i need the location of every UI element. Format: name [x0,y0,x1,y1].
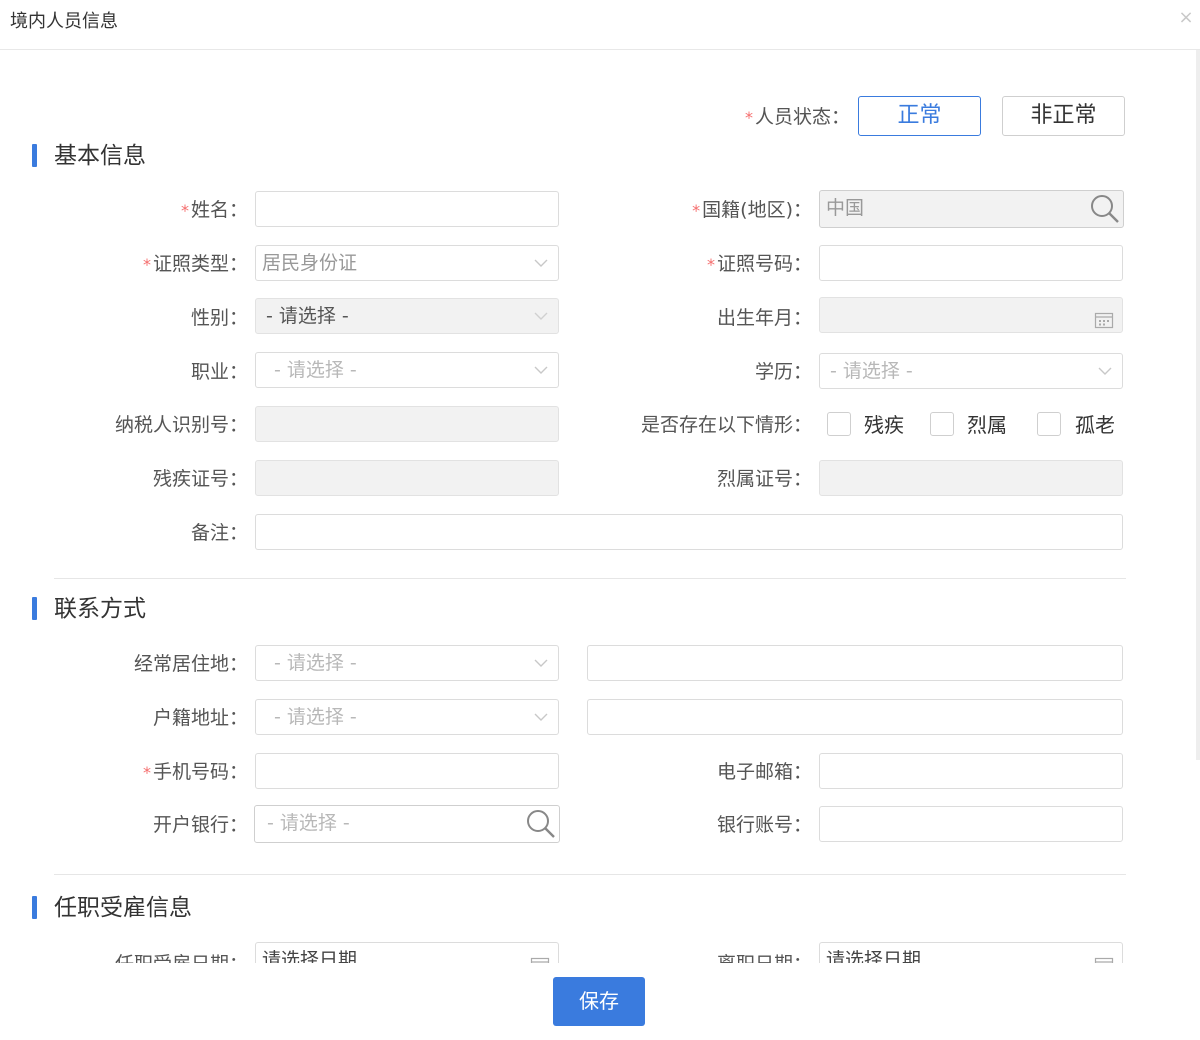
hire-date-placeholder: 请选择日期 [262,949,358,963]
disability-no-label: 残疾证号： [152,468,248,490]
bank-value: - 请选择 - [267,812,350,834]
scrollbar[interactable] [1196,50,1200,760]
close-icon[interactable]: × [1176,8,1196,28]
name-input[interactable] [255,191,559,227]
section-title-employment: 任职受雇信息 [54,895,192,921]
chevron-down-icon [1098,354,1112,388]
occupation-value: - 请选择 - [274,359,357,381]
remark-input[interactable] [255,514,1123,550]
education-value: - 请选择 - [830,360,913,382]
nationality-field[interactable]: 中国 [819,190,1124,228]
birth-date-input[interactable] [819,297,1123,333]
name-label: * 姓名： [180,199,248,221]
nationality-value: 中国 [826,197,865,219]
person-info-dialog: 境内人员信息 × * 人员状态： 正常 非正常 基本信息 * 姓名： * 国籍(地区)… [0,0,1200,1040]
education-select[interactable]: - 请选择 - [819,353,1123,389]
residence-detail-input[interactable] [587,645,1123,681]
residence-select[interactable]: - 请选择 - [255,645,559,681]
household-value: - 请选择 - [274,706,357,728]
section-marker [32,597,37,620]
household-select[interactable]: - 请选择 - [255,699,559,735]
dialog-title: 境内人员信息 [10,11,118,32]
remark-label: 备注： [190,522,248,544]
status-abnormal-button[interactable]: 非正常 [1002,96,1125,136]
chevron-down-icon [534,700,548,734]
section-title-basic: 基本信息 [54,143,146,169]
id-type-label: * 证照类型： [142,253,248,275]
lonely-elderly-checkbox[interactable] [1037,412,1061,436]
calendar-icon[interactable] [1094,306,1114,329]
martyr-family-checkbox[interactable] [930,412,954,436]
id-type-select[interactable]: 居民身份证 [255,245,559,281]
leave-date-placeholder: 请选择日期 [826,949,922,963]
id-type-value: 居民身份证 [262,252,358,274]
lonely-elderly-checkbox-label: 孤老 [1075,413,1115,437]
taxpayer-id-input[interactable] [255,406,559,442]
gender-value: - 请选择 - [266,305,349,327]
save-button[interactable]: 保存 [553,977,645,1026]
section-title-contact: 联系方式 [54,596,146,622]
status-normal-button[interactable]: 正常 [858,96,981,136]
chevron-down-icon [534,353,548,387]
household-detail-input[interactable] [587,699,1123,735]
email-input[interactable] [819,753,1123,789]
id-number-input[interactable] [819,245,1123,281]
disability-no-input[interactable] [255,460,559,496]
chevron-down-icon [534,299,548,333]
search-icon[interactable] [525,808,557,838]
section-marker [32,144,37,167]
hire-date-input[interactable]: 请选择日期 [255,942,559,963]
account-input[interactable] [819,806,1123,842]
mobile-label: * 手机号码： [142,761,248,783]
residence-label: 经常居住地： [133,653,248,675]
id-number-label: * 证照号码： [706,253,812,275]
martyr-no-input[interactable] [819,460,1123,496]
education-label: 学历： [754,361,812,383]
bank-field[interactable]: - 请选择 - [254,805,560,843]
gender-select[interactable]: - 请选择 - [255,298,559,334]
residence-value: - 请选择 - [274,652,357,674]
calendar-icon[interactable] [1094,951,1114,963]
leave-date-label: 离职日期： [640,952,812,963]
household-label: 户籍地址： [152,707,248,729]
email-label: 电子邮箱： [716,761,812,783]
mobile-input[interactable] [255,753,559,789]
nationality-label: * 国籍(地区)： [692,199,812,221]
gender-label: 性别： [190,307,248,329]
section-divider [54,874,1126,875]
form-scroll-area[interactable]: * 人员状态： 正常 非正常 基本信息 * 姓名： * 国籍(地区)： 中国 * 证照类… [0,51,1196,963]
taxpayer-id-label: 纳税人识别号： [114,414,248,436]
section-divider [54,578,1126,579]
martyr-no-label: 烈属证号： [716,468,812,490]
disability-checkbox[interactable] [827,412,851,436]
martyr-family-checkbox-label: 烈属 [967,413,1007,437]
birth-label: 出生年月： [716,307,812,329]
bank-label: 开户银行： [152,814,248,836]
leave-date-input[interactable]: 请选择日期 [819,942,1123,963]
calendar-icon[interactable] [530,951,550,963]
status-label: * 人员状态： [744,106,850,128]
dialog-header: 境内人员信息 × [0,0,1200,50]
hire-date-label: 任职受雇日期： [60,952,248,963]
situation-label: 是否存在以下情形： [640,414,812,436]
section-marker [32,896,37,919]
account-label: 银行账号： [716,814,812,836]
chevron-down-icon [534,246,548,280]
occupation-label: 职业： [190,361,248,383]
disability-checkbox-label: 残疾 [864,413,904,437]
occupation-select[interactable]: - 请选择 - [255,352,559,388]
chevron-down-icon [534,646,548,680]
search-icon[interactable] [1089,193,1121,223]
